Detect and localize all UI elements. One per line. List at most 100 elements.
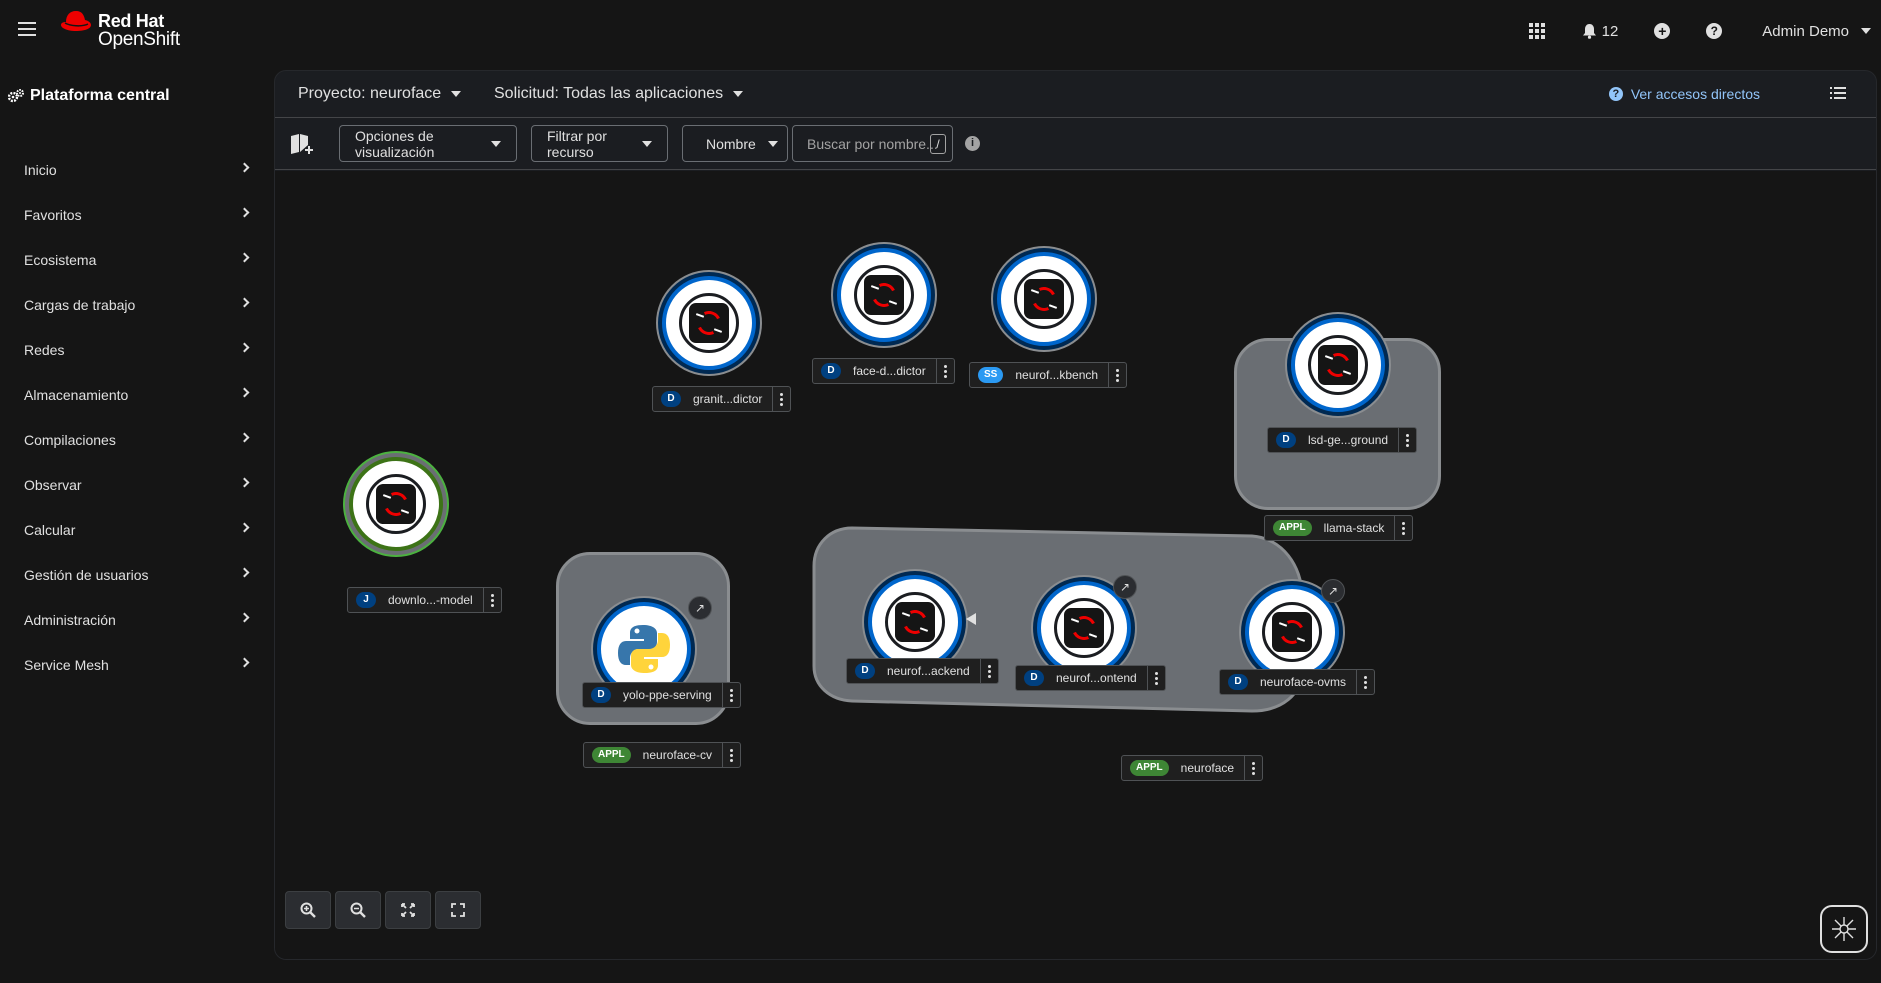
node-label[interactable]: Dyolo-ppe-serving: [582, 682, 741, 708]
job-node[interactable]: [349, 457, 443, 551]
group-label-neuroface[interactable]: APPL neuroface: [1121, 755, 1264, 781]
workload-node[interactable]: [997, 252, 1091, 346]
sidebar-item-gestion-usuarios[interactable]: Gestión de usuarios: [0, 552, 262, 597]
perspective-switcher[interactable]: Plataforma central: [8, 87, 170, 105]
sidebar-item-inicio[interactable]: Inicio: [0, 147, 262, 192]
application-dropdown[interactable]: Solicitud: Todas las aplicaciones: [494, 85, 744, 103]
sidebar-item-observar[interactable]: Observar: [0, 462, 262, 507]
project-dropdown[interactable]: Proyecto: neuroface: [298, 85, 462, 103]
kebab-menu-icon[interactable]: [482, 588, 501, 612]
quick-create-plus-icon[interactable]: +: [1654, 23, 1671, 39]
project-label: Proyecto: neuroface: [298, 85, 442, 102]
node-name: neuroface-ovms: [1260, 675, 1347, 689]
app-launcher-icon[interactable]: [1528, 23, 1545, 39]
sidebar-item-redes[interactable]: Redes: [0, 327, 262, 372]
sidebar-item-administracion[interactable]: Administración: [0, 597, 262, 642]
openshift-icon: [376, 484, 416, 524]
display-options-dropdown[interactable]: Opciones de visualización: [339, 125, 517, 162]
hamburger-menu-icon[interactable]: [18, 22, 36, 38]
quick-search-book-icon[interactable]: [290, 133, 314, 155]
kebab-menu-icon[interactable]: [979, 659, 998, 683]
sidebar-item-label: Almacenamiento: [24, 386, 129, 403]
list-view-icon[interactable]: [1830, 87, 1846, 101]
open-url-icon[interactable]: ↗: [1321, 579, 1345, 603]
open-url-icon[interactable]: ↗: [1113, 575, 1137, 599]
kebab-menu-icon[interactable]: [772, 387, 790, 411]
search-shortcut-key: /: [930, 134, 946, 154]
openshift-icon: [1272, 612, 1312, 652]
kebab-menu-icon[interactable]: [1356, 670, 1374, 694]
application-badge: APPL: [1130, 760, 1169, 776]
workload-node[interactable]: [662, 276, 756, 370]
sidebar-item-label: Inicio: [24, 161, 57, 178]
node-label[interactable]: SS neurof...kbench: [969, 362, 1128, 388]
node-label[interactable]: Dface-d...dictor: [812, 358, 955, 384]
node-label[interactable]: Jdownlo...-model: [347, 587, 502, 613]
kebab-menu-icon[interactable]: [935, 359, 954, 383]
cogs-icon: [8, 89, 24, 103]
view-shortcuts-link[interactable]: ? Ver accesos directos: [1608, 86, 1760, 102]
openshift-icon: [1024, 279, 1064, 319]
sidebar-item-calcular[interactable]: Calcular: [0, 507, 262, 552]
redhat-openshift-logo[interactable]: Red Hat OpenShift: [60, 8, 190, 52]
assistant-launcher-icon[interactable]: [1820, 905, 1868, 953]
sidebar-item-almacenamiento[interactable]: Almacenamiento: [0, 372, 262, 417]
sidebar-item-label: Service Mesh: [24, 656, 109, 673]
kebab-menu-icon[interactable]: [1146, 666, 1165, 690]
node-label[interactable]: Dneuroface-ovms: [1219, 669, 1376, 695]
sidebar-item-service-mesh[interactable]: Service Mesh: [0, 642, 262, 687]
user-menu[interactable]: Admin Demo: [1762, 18, 1871, 44]
search-input[interactable]: Buscar por nombre... /: [792, 125, 953, 162]
group-label-neuroface-cv[interactable]: APPL neuroface-cv: [583, 742, 742, 768]
topology-toolbar: Opciones de visualización Filtrar por re…: [275, 119, 1876, 170]
zoom-out-icon[interactable]: [335, 891, 381, 929]
info-icon[interactable]: i: [965, 136, 980, 151]
node-label[interactable]: Dlsd-ge...ground: [1267, 427, 1418, 453]
chevron-right-icon: [239, 522, 250, 533]
workload-node[interactable]: [868, 575, 962, 669]
deployment-badge: D: [661, 391, 681, 407]
sidebar-item-label: Redes: [24, 341, 65, 358]
sidebar-item-ecosistema[interactable]: Ecosistema: [0, 237, 262, 282]
node-label[interactable]: Dneurof...ontend: [1015, 665, 1166, 691]
sidebar-item-cargas[interactable]: Cargas de trabajo: [0, 282, 262, 327]
help-question-icon[interactable]: ?: [1706, 23, 1723, 39]
sidebar-item-label: Favoritos: [24, 206, 82, 223]
question-circle-icon: ?: [1608, 87, 1623, 101]
filter-name-dropdown[interactable]: Nombre: [682, 125, 788, 162]
kebab-menu-icon[interactable]: [721, 683, 740, 707]
chevron-right-icon: [239, 477, 250, 488]
openshift-icon: [1064, 608, 1104, 648]
reset-view-icon[interactable]: [435, 891, 481, 929]
topology-canvas[interactable]: Dgranit...dictor Dface-d...dictor SS neur…: [275, 171, 1876, 959]
search-placeholder: Buscar por nombre...: [807, 135, 938, 152]
zoom-in-icon[interactable]: [285, 891, 331, 929]
openshift-icon: [1318, 345, 1358, 385]
fit-to-screen-icon[interactable]: [385, 891, 431, 929]
kebab-menu-icon[interactable]: [1108, 363, 1126, 387]
node-label[interactable]: Dneurof...ackend: [846, 658, 999, 684]
notifications-button[interactable]: 12: [1582, 18, 1618, 44]
sidebar-item-compilaciones[interactable]: Compilaciones: [0, 417, 262, 462]
chevron-down-icon: [767, 140, 778, 147]
kebab-menu-icon[interactable]: [1394, 516, 1412, 540]
workload-node[interactable]: [1291, 318, 1385, 412]
kebab-menu-icon[interactable]: [722, 743, 740, 767]
topology-page: Proyecto: neuroface Solicitud: Todas las…: [274, 70, 1877, 960]
job-badge: J: [356, 592, 376, 608]
bell-icon: [1582, 23, 1596, 39]
openshift-icon: [689, 303, 729, 343]
redhat-hat-icon: [61, 11, 91, 31]
kebab-menu-icon[interactable]: [1398, 428, 1416, 452]
node-label[interactable]: Dgranit...dictor: [652, 386, 792, 412]
chevron-right-icon: [239, 612, 250, 623]
open-url-icon[interactable]: ↗: [688, 596, 712, 620]
workload-node[interactable]: [837, 248, 931, 342]
group-label-llama-stack[interactable]: APPL llama-stack: [1264, 515, 1414, 541]
masthead: Red Hat OpenShift 12 + ? Admin Demo: [0, 0, 1881, 62]
deployment-badge: D: [821, 363, 841, 379]
kebab-menu-icon[interactable]: [1244, 756, 1262, 780]
chevron-down-icon: [1861, 28, 1871, 34]
filter-resource-dropdown[interactable]: Filtrar por recurso: [531, 125, 668, 162]
sidebar-item-favoritos[interactable]: Favoritos: [0, 192, 262, 237]
